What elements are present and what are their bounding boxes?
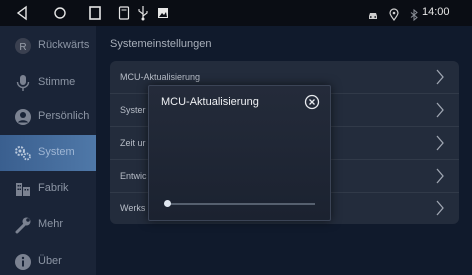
row-label: Entwic — [120, 171, 147, 181]
sidebar-item-label: System — [38, 146, 75, 158]
clock: 14:00 — [422, 6, 450, 18]
info-icon — [15, 254, 31, 270]
sidebar-item-persoenlich[interactable]: Persönlich — [0, 99, 96, 135]
bluetooth-icon — [410, 8, 418, 22]
status-bar: 14:00 — [0, 0, 472, 26]
sidebar-item-rueckwaerts[interactable]: R Rückwärts — [0, 28, 96, 64]
sidebar-item-fabrik[interactable]: Fabrik — [0, 171, 96, 207]
row-label: Werks — [120, 203, 146, 213]
sidebar-item-system[interactable]: System — [0, 135, 96, 171]
page-title: Systemeinstellungen — [110, 38, 212, 50]
progress-bar — [164, 200, 315, 207]
progress-knob — [164, 200, 171, 207]
gear-icon — [15, 146, 31, 161]
usb-icon — [138, 6, 148, 21]
svg-text:R: R — [19, 42, 26, 53]
sidebar-item-label: Über — [38, 255, 62, 267]
close-icon[interactable] — [304, 94, 320, 110]
screenshot-icon — [118, 6, 130, 20]
chevron-right-icon — [436, 168, 444, 184]
sidebar-item-label: Persönlich — [38, 110, 90, 122]
back-icon[interactable] — [16, 5, 28, 21]
row-label: MCU-Aktualisierung — [120, 72, 201, 82]
image-icon — [158, 8, 168, 18]
row-label: Zeit ur — [120, 138, 146, 148]
dialog-title: MCU-Aktualisierung — [161, 96, 259, 108]
car-icon — [369, 13, 377, 19]
sidebar-item-label: Fabrik — [38, 182, 69, 194]
sidebar-item-mehr[interactable]: Mehr — [0, 207, 96, 243]
chevron-right-icon — [436, 69, 444, 85]
sidebar-item-ueber[interactable]: Über — [0, 244, 96, 275]
screen: 14:00 R Rückwärts Stimme Persönlich Syst… — [0, 0, 472, 275]
wrench-icon — [15, 217, 31, 234]
sidebar: R Rückwärts Stimme Persönlich System Fab… — [0, 26, 96, 275]
chevron-right-icon — [436, 135, 444, 151]
update-dialog: MCU-Aktualisierung — [148, 85, 331, 221]
sidebar-item-label: Stimme — [38, 76, 76, 88]
sidebar-item-label: Mehr — [38, 218, 64, 230]
location-icon — [389, 8, 399, 22]
chevron-right-icon — [436, 200, 444, 216]
sidebar-item-label: Rückwärts — [38, 39, 90, 51]
factory-icon — [16, 183, 30, 196]
microphone-icon — [16, 75, 30, 91]
home-icon[interactable] — [54, 5, 66, 21]
chevron-right-icon — [436, 102, 444, 118]
person-icon — [15, 109, 31, 125]
sidebar-item-stimme[interactable]: Stimme — [0, 65, 96, 101]
row-label: Syster — [120, 105, 146, 115]
recent-apps-icon[interactable] — [88, 5, 102, 21]
reverse-icon: R — [15, 38, 31, 54]
